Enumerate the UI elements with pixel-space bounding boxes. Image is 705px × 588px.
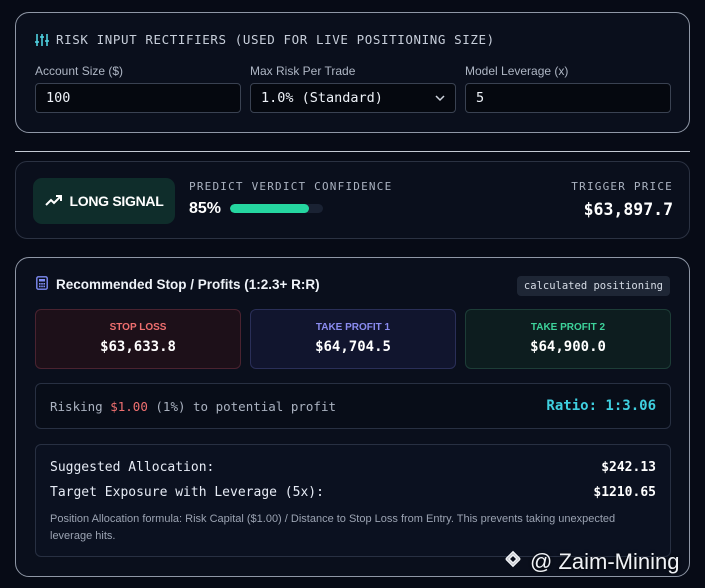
stop-loss-label: STOP LOSS [109, 322, 167, 333]
take-profit-2-value: $64,900.0 [530, 339, 606, 355]
take-profit-2-box: TAKE PROFIT 2 $64,900.0 [465, 309, 671, 369]
account-size-value: 100 [46, 90, 71, 106]
suggested-allocation-label: Suggested Allocation: [50, 460, 215, 475]
stops-header: Recommended Stop / Profits (1:2.3+ R:R) [36, 276, 320, 293]
leverage-label: Model Leverage (x) [465, 64, 569, 78]
sliders-icon [35, 33, 49, 47]
max-risk-value: 1.0% (Standard) [261, 90, 383, 106]
risk-amount: $1.00 [110, 398, 148, 414]
max-risk-select[interactable]: 1.0% (Standard) [250, 83, 456, 113]
max-risk-label: Max Risk Per Trade [250, 64, 356, 78]
section-divider [15, 151, 690, 152]
stop-loss-value: $63,633.8 [100, 339, 176, 355]
account-size-input[interactable]: 100 [35, 83, 241, 113]
risk-prefix: Risking [50, 398, 103, 414]
risk-summary-row: Risking $1.00 (1%) to potential profit R… [35, 383, 671, 429]
target-exposure-label: Target Exposure with Leverage (5x): [50, 485, 324, 500]
chevron-down-icon [435, 92, 445, 105]
risk-suffix: (1%) to potential profit [155, 398, 337, 414]
take-profit-1-box: TAKE PROFIT 1 $64,704.5 [250, 309, 456, 369]
stop-loss-box: STOP LOSS $63,633.8 [35, 309, 241, 369]
signal-card: LONG SIGNAL PREDICT VERDICT CONFIDENCE 8… [15, 161, 690, 239]
leverage-value: 5 [476, 90, 485, 106]
allocation-box: Suggested Allocation: $242.13 Target Exp… [35, 444, 671, 557]
confidence-label: PREDICT VERDICT CONFIDENCE [189, 180, 393, 193]
target-exposure-value: $1210.65 [593, 485, 656, 500]
risk-inputs-title: RISK INPUT RECTIFIERS (USED FOR LIVE POS… [56, 32, 495, 47]
take-profit-1-label: TAKE PROFIT 1 [315, 322, 391, 333]
trending-up-icon [44, 193, 63, 209]
calculated-positioning-badge: calculated positioning [516, 276, 670, 296]
risk-inputs-card: RISK INPUT RECTIFIERS (USED FOR LIVE POS… [15, 12, 690, 133]
signal-label: LONG SIGNAL [69, 193, 164, 209]
leverage-input[interactable]: 5 [465, 83, 671, 113]
calculator-icon [36, 276, 48, 293]
watermark: @ Zaim-Mining [502, 548, 679, 576]
risk-inputs-header: RISK INPUT RECTIFIERS (USED FOR LIVE POS… [35, 32, 495, 47]
confidence-bar-fill [230, 204, 310, 213]
suggested-allocation-value: $242.13 [601, 460, 656, 475]
stops-title: Recommended Stop / Profits (1:2.3+ R:R) [56, 277, 320, 292]
trigger-price-value: $63,897.7 [583, 200, 673, 219]
binance-logo-icon [502, 548, 524, 576]
confidence-value: 85% [189, 200, 222, 217]
risk-reward-ratio: Ratio: 1:3.06 [546, 398, 656, 414]
target-exposure-row: Target Exposure with Leverage (5x): $121… [50, 485, 656, 500]
trigger-price-label: TRIGGER PRICE [571, 180, 673, 193]
allocation-formula-note: Position Allocation formula: Risk Capita… [50, 513, 616, 542]
stops-profits-card: Recommended Stop / Profits (1:2.3+ R:R) … [15, 257, 690, 577]
suggested-allocation-row: Suggested Allocation: $242.13 [50, 460, 656, 475]
watermark-text: @ Zaim-Mining [530, 549, 680, 574]
long-signal-badge: LONG SIGNAL [33, 178, 175, 224]
confidence-bar [230, 204, 323, 213]
take-profit-2-label: TAKE PROFIT 2 [530, 322, 606, 333]
account-size-label: Account Size ($) [35, 64, 124, 78]
take-profit-1-value: $64,704.5 [315, 339, 391, 355]
